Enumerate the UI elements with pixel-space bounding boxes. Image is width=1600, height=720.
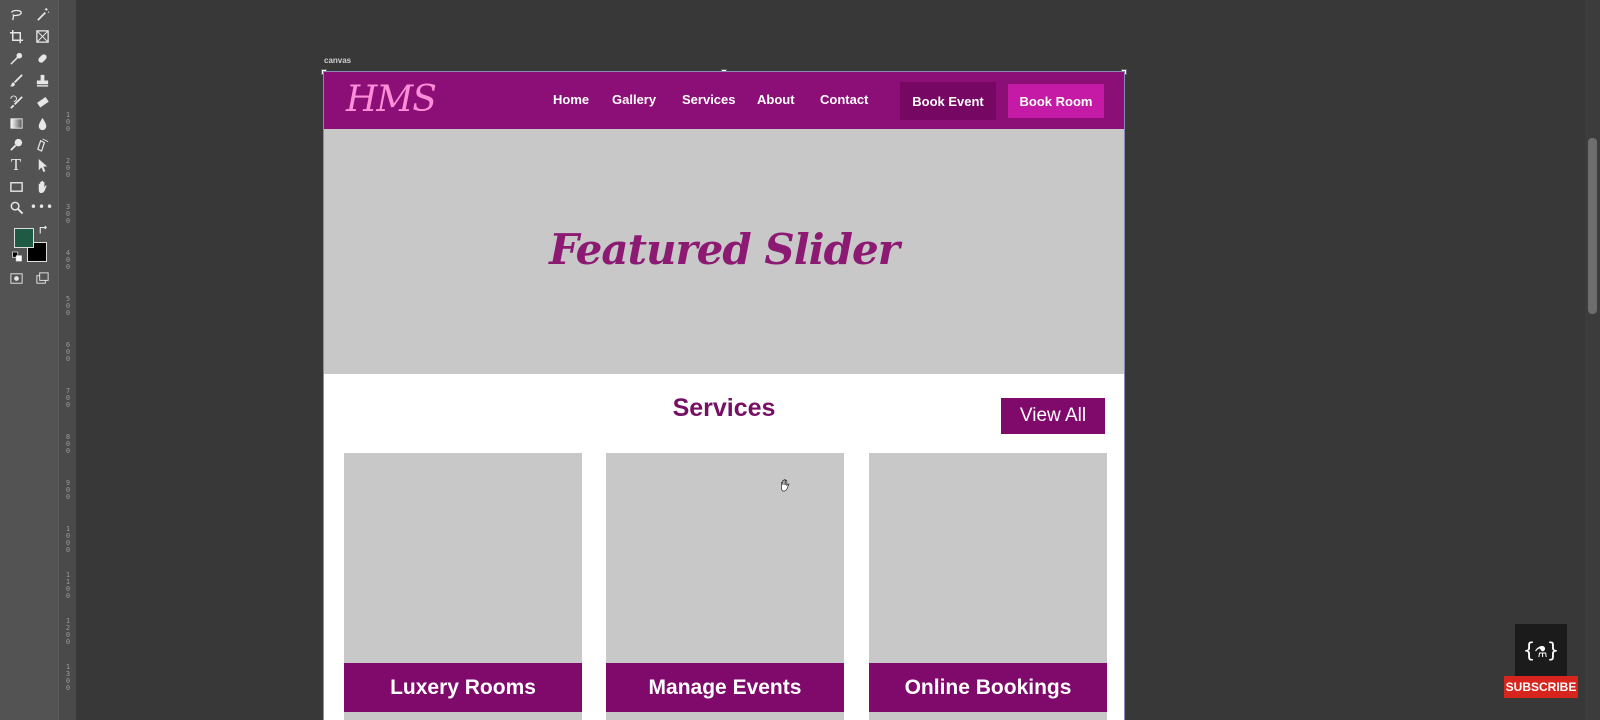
ruler-tick: 8 0 0 [65,433,71,455]
ruler-tick: 5 0 0 [65,295,71,317]
artboard-label[interactable]: canvas [324,56,351,65]
vertical-ruler: 1 0 0 2 0 0 3 0 0 4 0 0 5 0 0 6 0 0 7 0 0 8 0 0… [58,0,76,720]
site-header: HMS Home Gallery Services About Contact … [324,72,1124,129]
site-logo[interactable]: HMS [346,79,437,120]
nav-services[interactable]: Services [682,92,736,107]
magic-wand-icon[interactable] [32,4,52,24]
ruler-tick: 1 0 0 [65,111,71,133]
channel-logo-icon[interactable]: {⚗} [1515,624,1567,676]
service-card-label: Online Bookings [869,663,1107,712]
eraser-icon[interactable] [32,92,52,112]
ruler-tick: 2 0 0 [65,157,71,179]
foreground-color-swatch[interactable] [14,228,34,248]
nav-home[interactable]: Home [553,92,589,107]
zoom-icon[interactable] [6,197,26,217]
default-colors-icon[interactable] [11,250,23,262]
vertical-scrollbar[interactable] [1585,0,1600,720]
more-icon[interactable]: ••• [30,197,53,217]
dodge-icon[interactable] [6,134,26,154]
stamp-icon[interactable] [32,70,52,90]
scrollbar-thumb[interactable] [1588,138,1597,314]
channel-logo-text: {⚗} [1522,638,1560,662]
ruler-tick: 3 0 0 [65,203,71,225]
book-event-button[interactable]: Book Event [900,82,996,120]
slider-title: Featured Slider [549,225,900,274]
history-brush-icon[interactable] [6,92,26,112]
lasso-icon[interactable] [6,4,26,24]
pen-icon[interactable] [32,134,52,154]
ruler-tick: 1 2 0 0 [65,617,71,646]
nav-gallery[interactable]: Gallery [612,92,656,107]
service-card-events[interactable]: Manage Events [606,453,844,720]
nav-about[interactable]: About [757,92,795,107]
service-card-rooms[interactable]: Luxery Rooms [344,453,582,720]
ruler-tick: 1 3 0 0 [65,663,71,692]
type-icon[interactable]: T [6,155,26,175]
swap-colors-icon[interactable] [38,224,50,236]
service-card-bookings[interactable]: Online Bookings [869,453,1107,720]
artboard-canvas[interactable]: HMS Home Gallery Services About Contact … [323,71,1125,720]
ruler-tick: 9 0 0 [65,479,71,501]
frame-icon[interactable] [32,26,52,46]
quick-mask-icon[interactable] [6,268,26,288]
nav-contact[interactable]: Contact [820,92,868,107]
hand-icon[interactable] [32,176,52,196]
service-card-label: Manage Events [606,663,844,712]
brush-icon[interactable] [6,70,26,90]
ruler-tick: 7 0 0 [65,387,71,409]
rectangle-icon[interactable] [6,176,26,196]
ruler-tick: 4 0 0 [65,249,71,271]
screen-mode-icon[interactable] [32,268,52,288]
book-room-button[interactable]: Book Room [1008,84,1104,118]
eyedropper-icon[interactable] [6,48,26,68]
subscribe-button[interactable]: SUBSCRIBE [1504,676,1578,698]
gradient-icon[interactable] [6,113,26,133]
service-card-label: Luxery Rooms [344,663,582,712]
blur-icon[interactable] [32,113,52,133]
ruler-tick: 1 0 0 0 [65,525,71,554]
healing-brush-icon[interactable] [32,48,52,68]
tools-panel: T ••• [0,0,58,720]
crop-icon[interactable] [6,26,26,46]
ruler-tick: 1 1 0 0 [65,571,71,600]
ruler-tick: 6 0 0 [65,341,71,363]
view-all-button[interactable]: View All [1001,398,1105,434]
hand-cursor-icon [778,478,792,496]
featured-slider[interactable]: Featured Slider [324,129,1124,374]
path-select-icon[interactable] [32,155,52,175]
